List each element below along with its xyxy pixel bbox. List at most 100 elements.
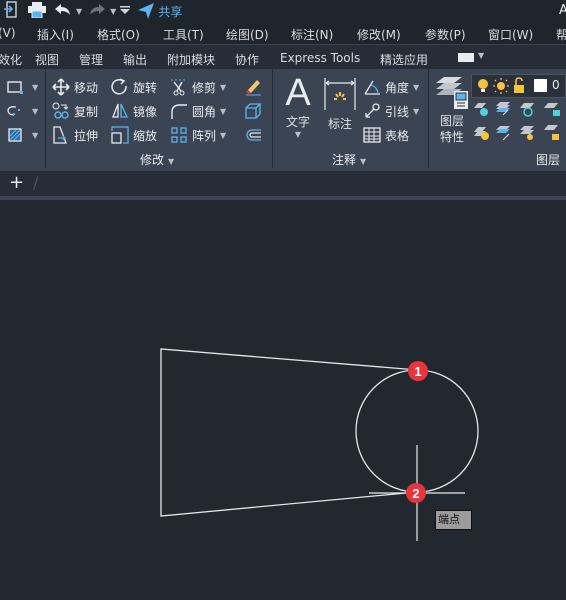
stretch-icon bbox=[53, 126, 67, 144]
mirror-icon bbox=[112, 103, 129, 118]
rotate-button[interactable]: 旋转 bbox=[111, 78, 157, 96]
ribbon-minimize-button[interactable] bbox=[458, 53, 474, 62]
leader-dropdown-icon[interactable]: ▼ bbox=[413, 107, 419, 116]
customize-toolbar-icon[interactable] bbox=[120, 4, 131, 18]
layer-thaw-sun-icon bbox=[493, 78, 509, 94]
layer-freeze-icon[interactable] bbox=[520, 103, 534, 117]
ribbon-separator bbox=[428, 69, 429, 168]
fillet-icon bbox=[171, 104, 187, 119]
dimension-label: 标注 bbox=[327, 117, 352, 131]
array-icon bbox=[171, 127, 187, 143]
undo-icon[interactable] bbox=[54, 3, 72, 20]
marker-1-label: 1 bbox=[414, 364, 421, 379]
open-from-mobile-icon[interactable] bbox=[4, 0, 18, 22]
table-label: 表格 bbox=[385, 128, 410, 143]
scale-label: 缩放 bbox=[133, 128, 158, 143]
menu-bar: (V) 插入(I) 格式(O) 工具(T) 绘图(D) 标注(N) 修改(M) … bbox=[0, 22, 566, 45]
array-button[interactable]: 阵列 ▼ bbox=[170, 126, 226, 144]
copy-button[interactable]: 复制 bbox=[52, 102, 98, 120]
layer-unlock-all-icon[interactable] bbox=[544, 125, 559, 140]
menu-dimension[interactable]: 标注(N) bbox=[291, 26, 333, 43]
drawing-canvas[interactable]: 1 2 bbox=[0, 200, 566, 600]
window-title: A bbox=[559, 3, 566, 18]
modify-panel-title[interactable]: 修改 ▼ bbox=[140, 151, 174, 168]
menu-tools[interactable]: 工具(T) bbox=[163, 26, 204, 43]
trim-dropdown-icon[interactable]: ▼ bbox=[220, 83, 226, 92]
menu-help[interactable]: 帮 bbox=[556, 26, 566, 43]
layer-lock-icon[interactable] bbox=[544, 103, 560, 116]
osnap-tooltip: 端点 bbox=[435, 510, 472, 530]
rectangle-icon bbox=[7, 81, 23, 94]
layer-properties-button[interactable]: 图层 特性 bbox=[434, 73, 470, 145]
tab-express-tools[interactable]: Express Tools bbox=[280, 51, 360, 65]
hatch-boundary-tool[interactable]: ▼ bbox=[6, 102, 38, 120]
tab-collaborate[interactable]: 协作 bbox=[235, 51, 259, 68]
fillet-label: 圆角 bbox=[192, 104, 217, 119]
layer-thaw-all-icon[interactable] bbox=[520, 126, 534, 140]
erase-button[interactable] bbox=[244, 78, 266, 96]
ribbon-separator bbox=[272, 69, 273, 168]
menu-window[interactable]: 窗口(W) bbox=[488, 26, 533, 43]
layer-off-icon[interactable] bbox=[474, 103, 488, 116]
new-drawing-tab-button[interactable]: + bbox=[9, 172, 24, 193]
dimension-button[interactable]: 标注 bbox=[323, 77, 357, 132]
offset-button[interactable] bbox=[244, 126, 266, 144]
hatch-tool[interactable]: ▼ bbox=[6, 126, 38, 144]
move-label: 移动 bbox=[74, 80, 99, 95]
mirror-button[interactable]: 镜像 bbox=[111, 102, 157, 120]
menu-modify[interactable]: 修改(M) bbox=[357, 26, 401, 43]
rotate-label: 旋转 bbox=[133, 80, 158, 95]
tab-manage[interactable]: 管理 bbox=[79, 51, 103, 68]
layer-match-icon[interactable] bbox=[496, 102, 510, 116]
layer-properties-icon bbox=[436, 77, 468, 109]
layer-previous-icon[interactable] bbox=[496, 126, 510, 141]
print-icon[interactable] bbox=[28, 1, 46, 21]
tab-featured-apps[interactable]: 精选应用 bbox=[380, 51, 428, 68]
menu-insert[interactable]: 插入(I) bbox=[37, 26, 74, 43]
marker-2: 2 bbox=[406, 483, 426, 503]
menu-view[interactable]: (V) bbox=[0, 26, 16, 40]
tab-parametric[interactable]: 效化 bbox=[0, 51, 22, 68]
menu-parametric[interactable]: 参数(P) bbox=[425, 26, 466, 43]
text-icon: A bbox=[285, 72, 311, 114]
tab-view[interactable]: 视图 bbox=[35, 51, 59, 68]
text-label: 文字 bbox=[285, 115, 310, 129]
text-button[interactable]: A 文字 ▼ bbox=[282, 72, 314, 139]
modify-panel-dropdown-icon: ▼ bbox=[168, 157, 175, 166]
table-button[interactable]: 表格 bbox=[363, 126, 409, 144]
copy-icon bbox=[52, 102, 69, 119]
annotation-panel-dropdown-icon: ▼ bbox=[360, 157, 367, 166]
ribbon-minimize-dropdown-icon[interactable]: ▼ bbox=[478, 51, 484, 60]
copy-label: 复制 bbox=[74, 104, 99, 119]
layer-on-all-icon[interactable] bbox=[474, 127, 489, 140]
dimension-icon bbox=[324, 78, 356, 110]
layer-color-swatch bbox=[534, 79, 547, 92]
share-button[interactable]: 共享 bbox=[138, 3, 182, 20]
scale-button[interactable]: 缩放 bbox=[111, 126, 157, 144]
lasso-icon bbox=[7, 106, 20, 116]
layer-dropdown[interactable]: 0 bbox=[471, 74, 566, 98]
fillet-dropdown-icon[interactable]: ▼ bbox=[220, 107, 226, 116]
redo-icon[interactable] bbox=[88, 3, 106, 20]
tab-output[interactable]: 输出 bbox=[123, 51, 147, 68]
stretch-button[interactable]: 拉伸 bbox=[52, 126, 98, 144]
menu-draw[interactable]: 绘图(D) bbox=[226, 26, 269, 43]
angle-dimension-button[interactable]: 角度 ▼ bbox=[363, 78, 419, 96]
layers-panel-title[interactable]: 图层 bbox=[536, 151, 560, 168]
move-button[interactable]: 移动 bbox=[52, 78, 98, 96]
tab-addins[interactable]: 附加模块 bbox=[167, 51, 215, 68]
layer-on-bulb-icon bbox=[478, 79, 488, 92]
menu-format[interactable]: 格式(O) bbox=[97, 26, 140, 43]
explode-button[interactable] bbox=[244, 102, 266, 120]
fillet-button[interactable]: 圆角 ▼ bbox=[170, 102, 226, 120]
trim-button[interactable]: 修剪 ▼ bbox=[170, 78, 226, 96]
leader-button[interactable]: 引线 ▼ bbox=[363, 102, 419, 120]
scale-icon bbox=[111, 126, 129, 144]
annotation-panel-title[interactable]: 注释 ▼ bbox=[332, 151, 366, 168]
redo-dropdown-icon[interactable]: ▼ bbox=[110, 7, 116, 16]
share-icon bbox=[138, 3, 155, 19]
array-dropdown-icon[interactable]: ▼ bbox=[220, 131, 226, 140]
rectangle-tool[interactable]: ▼ bbox=[6, 78, 38, 96]
angle-dropdown-icon[interactable]: ▼ bbox=[413, 83, 419, 92]
undo-dropdown-icon[interactable]: ▼ bbox=[76, 7, 82, 16]
